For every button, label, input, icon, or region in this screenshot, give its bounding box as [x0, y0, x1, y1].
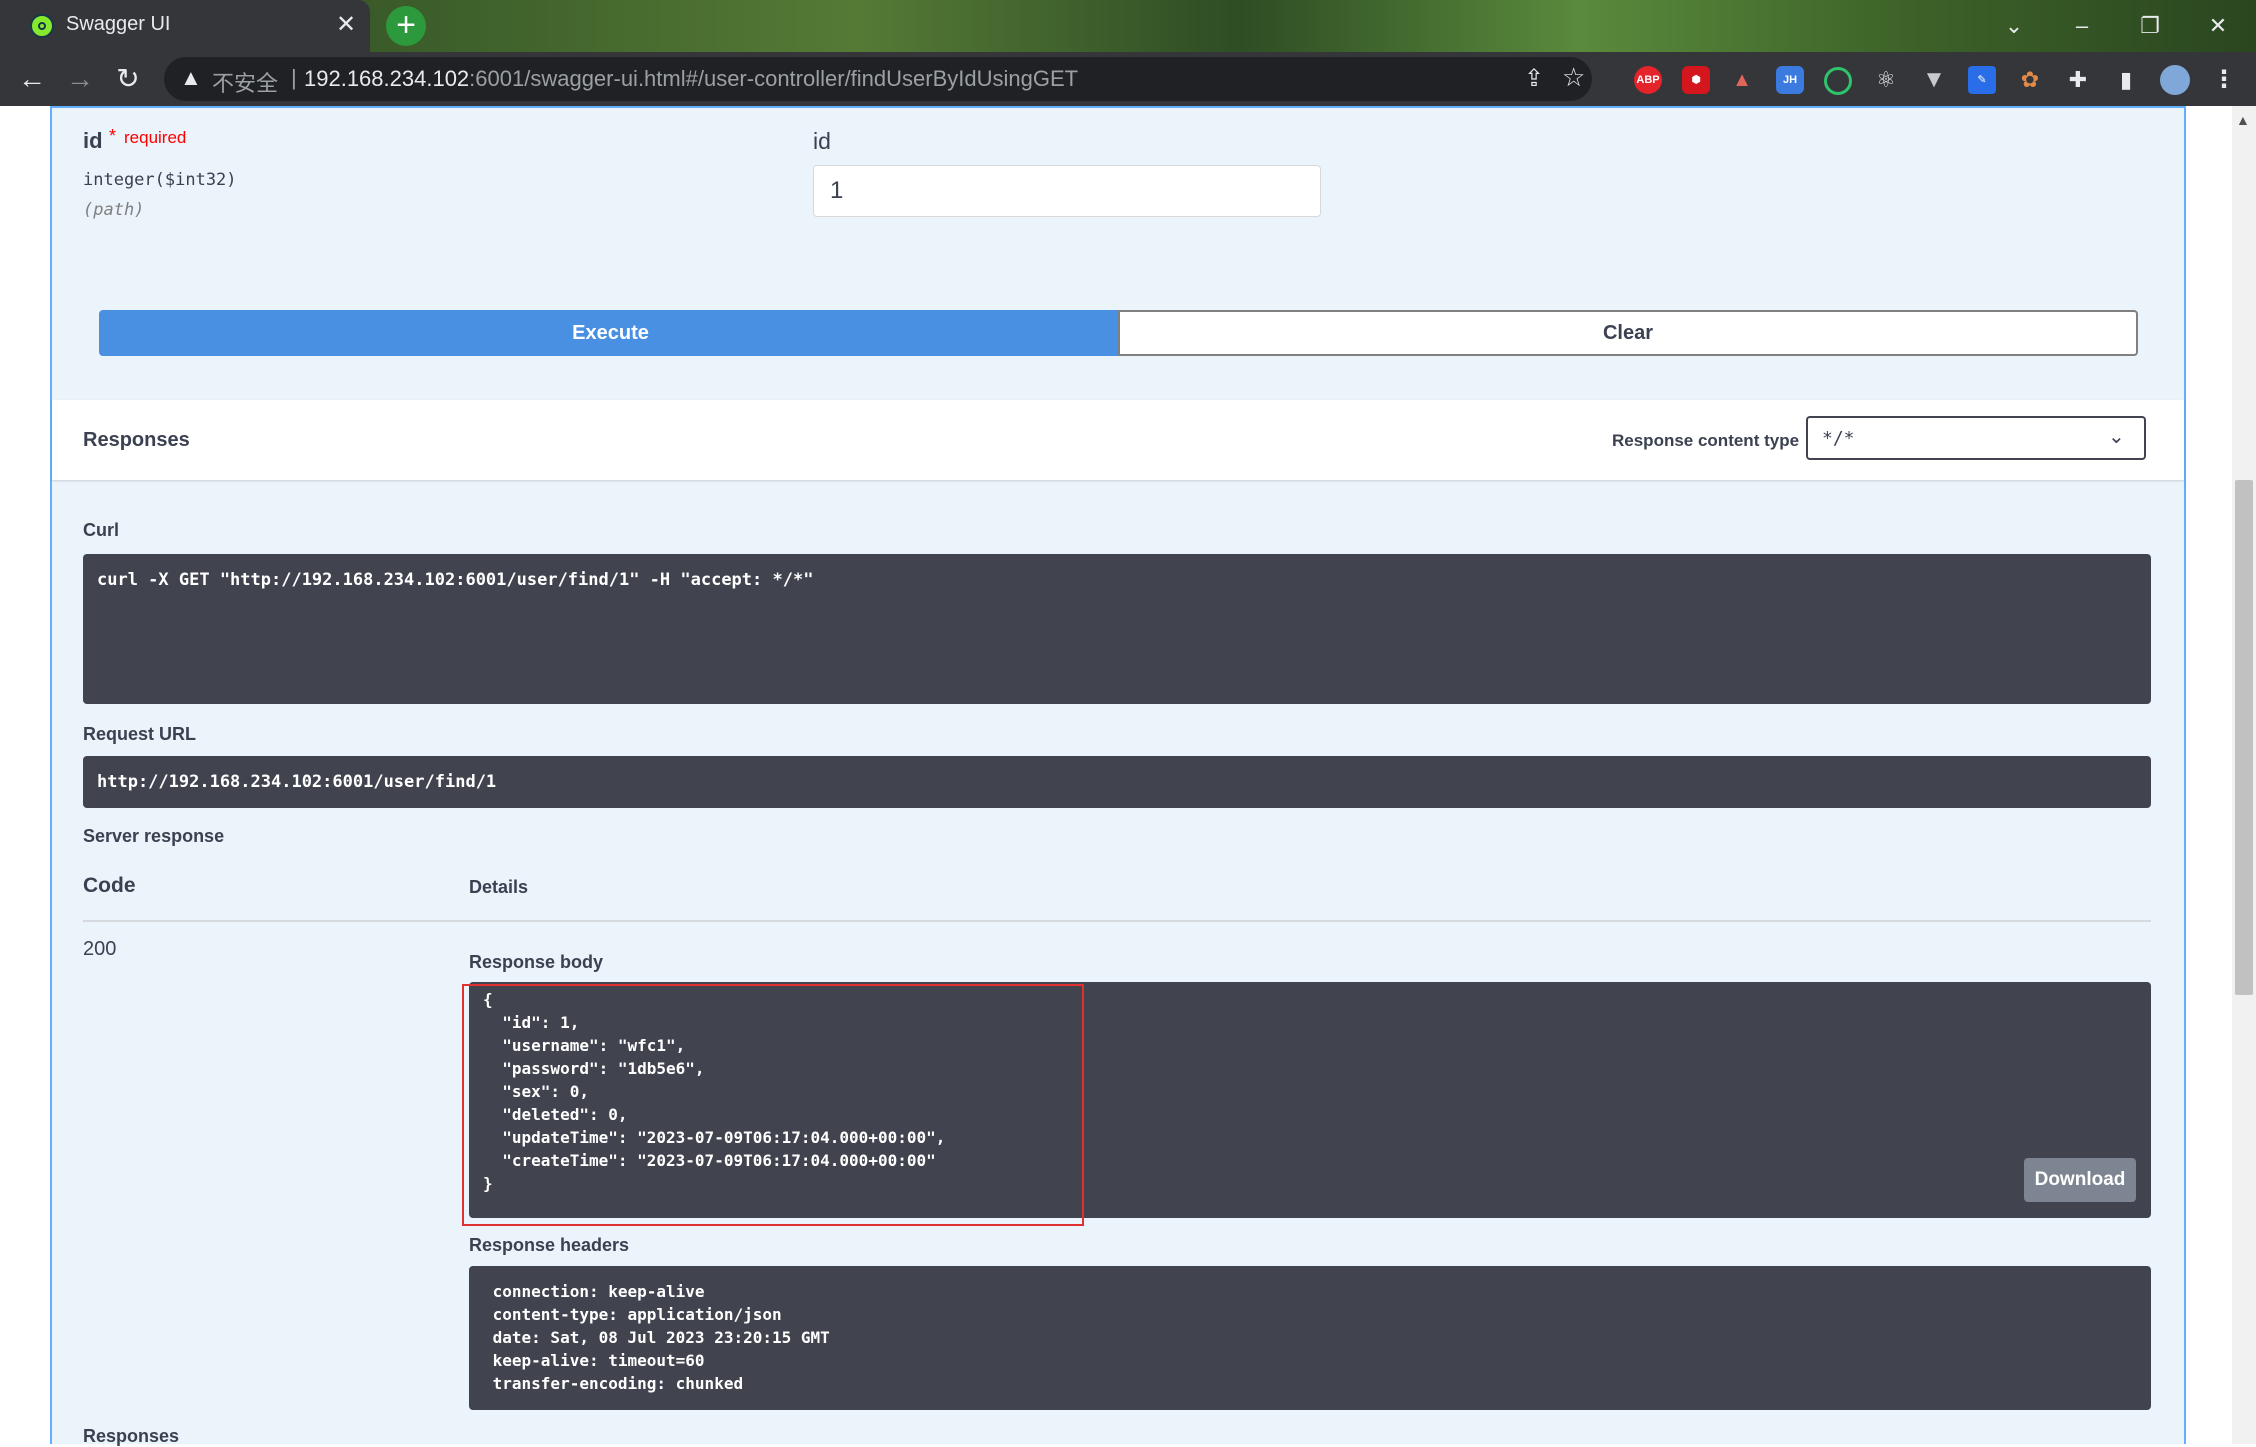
extensions-puzzle-icon[interactable]: ✚: [2064, 66, 2092, 94]
warning-icon: ▲: [180, 65, 202, 90]
response-headers-text: connection: keep-alive content-type: app…: [492, 1282, 830, 1393]
code-column-header: Code: [83, 874, 136, 897]
minimize-icon[interactable]: –: [2052, 8, 2112, 44]
browser-tab[interactable]: Swagger UI ✕: [0, 0, 370, 52]
new-tab-button[interactable]: +: [386, 6, 426, 46]
param-name: id: [83, 128, 103, 153]
forward-icon[interactable]: →: [62, 62, 98, 98]
response-body-label: Response body: [469, 952, 604, 972]
download-button[interactable]: Download: [2024, 1158, 2136, 1202]
highlight-box: [462, 984, 1084, 1226]
browser-toolbar: ← → ↻ ▲ 不安全 | 192.168.234.102:6001/swagg…: [0, 52, 2256, 106]
cookie-extension-icon[interactable]: ✿: [2016, 66, 2044, 94]
not-secure-label: 不安全: [212, 71, 279, 96]
response-code: 200: [83, 938, 117, 960]
required-label: required: [124, 128, 187, 147]
share-icon[interactable]: ⇪: [1524, 64, 1544, 93]
close-window-icon[interactable]: ✕: [2188, 8, 2248, 44]
tab-title: Swagger UI: [66, 13, 171, 35]
response-content-type-select[interactable]: */* ⌄: [1806, 416, 2146, 460]
adblock-plus-icon[interactable]: ABP: [1634, 66, 1662, 94]
request-url-label: Request URL: [83, 724, 197, 744]
reload-icon[interactable]: ↻: [110, 62, 146, 98]
chevron-down-icon: ⌄: [2108, 426, 2125, 448]
bookmark-star-icon[interactable]: ☆: [1562, 62, 1585, 93]
curl-command: curl -X GET "http://192.168.234.102:6001…: [97, 570, 814, 590]
responses-header-bar: Responses Response content type */* ⌄: [52, 400, 2184, 480]
address-bar[interactable]: ▲ 不安全 | 192.168.234.102:6001/swagger-ui.…: [164, 57, 1592, 101]
param-id-input[interactable]: [813, 165, 1321, 217]
server-response-label: Server response: [83, 826, 225, 846]
request-url-box[interactable]: http://192.168.234.102:6001/user/find/1: [83, 756, 2151, 808]
react-devtools-icon[interactable]: ⚛: [1872, 66, 1900, 94]
response-headers-box[interactable]: connection: keep-alive content-type: app…: [469, 1266, 2151, 1410]
request-url-value: http://192.168.234.102:6001/user/find/1: [97, 772, 497, 792]
tab-close-icon[interactable]: ✕: [336, 10, 356, 40]
clear-button[interactable]: Clear: [1118, 310, 2138, 356]
side-panel-icon[interactable]: ▮: [2112, 66, 2140, 94]
param-location: (path): [83, 200, 145, 220]
details-column-header: Details: [469, 877, 529, 897]
jh-extension-icon[interactable]: JH: [1776, 66, 1804, 94]
tab-strip: Swagger UI ✕ + ⌄ – ❐ ✕: [0, 0, 2256, 52]
opblock-top-border: [52, 106, 2184, 108]
param-type: integer($int32): [83, 170, 237, 190]
param-input-label: id: [813, 128, 831, 154]
curl-command-box[interactable]: curl -X GET "http://192.168.234.102:6001…: [83, 554, 2151, 704]
restore-icon[interactable]: ❐: [2120, 8, 2180, 44]
url-text[interactable]: 192.168.234.102:6001/swagger-ui.html#/us…: [304, 66, 1078, 92]
content-type-value: */*: [1822, 428, 1855, 449]
operation-block: id * required integer($int32) (path) id …: [50, 106, 2186, 1446]
response-headers-label: Response headers: [469, 1235, 630, 1255]
execute-button[interactable]: Execute: [99, 310, 1122, 356]
back-icon[interactable]: ←: [14, 62, 50, 98]
pin-extension-icon[interactable]: ✎: [1968, 66, 1996, 94]
scrollbar-thumb[interactable]: [2235, 480, 2253, 995]
chrome-menu-icon[interactable]: ⋮: [2210, 66, 2238, 94]
swagger-favicon-icon: [30, 14, 54, 38]
curl-label: Curl: [83, 520, 119, 540]
tab-search-icon[interactable]: ⌄: [1984, 8, 2044, 44]
target-extension-icon[interactable]: [1824, 67, 1852, 95]
url-path: :6001/swagger-ui.html#/user-controller/f…: [469, 66, 1079, 91]
vue-devtools-icon[interactable]: ▼: [1920, 66, 1948, 94]
responses-title: Responses: [83, 429, 190, 451]
profile-avatar[interactable]: [2160, 65, 2190, 95]
table-divider: [83, 920, 2151, 922]
required-star: *: [109, 126, 117, 146]
triangle-extension-icon[interactable]: ▲: [1728, 66, 1756, 94]
response-content-type-label: Response content type: [1612, 431, 1800, 450]
scroll-up-icon[interactable]: ▲: [2236, 112, 2250, 128]
url-host: 192.168.234.102: [304, 66, 470, 91]
address-separator: |: [291, 65, 297, 90]
pdf-extension-icon[interactable]: ⬢: [1682, 66, 1710, 94]
